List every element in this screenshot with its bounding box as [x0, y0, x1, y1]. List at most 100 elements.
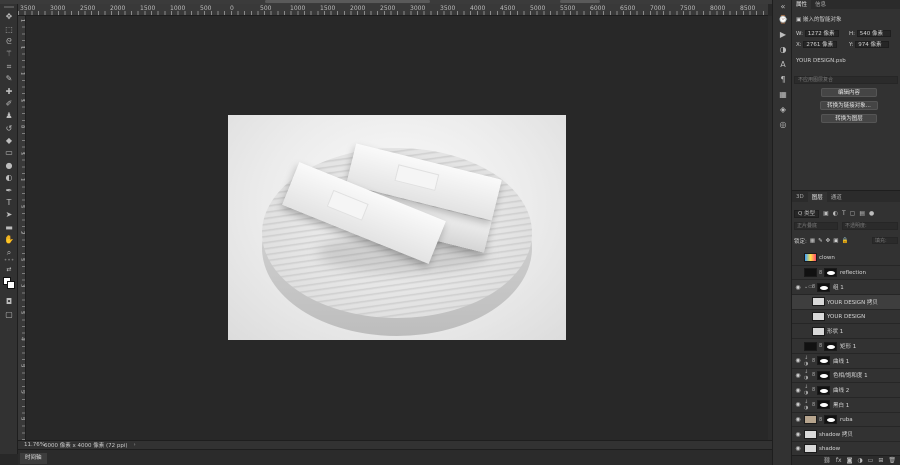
- eyedropper-icon[interactable]: ✎: [0, 73, 18, 85]
- status-menu-arrow[interactable]: ›: [134, 442, 136, 448]
- convert-to-layers-button[interactable]: 转换为图层: [821, 114, 877, 123]
- layer-row[interactable]: ◉ ↓ ◑ 8 色相/饱和度 1: [792, 369, 900, 384]
- fill-field[interactable]: 填充:: [872, 237, 898, 244]
- paragraph-panel-icon[interactable]: ¶: [773, 72, 793, 87]
- history-brush-icon[interactable]: ↺: [0, 123, 18, 135]
- tab-properties[interactable]: 属性: [792, 0, 812, 9]
- character-panel-icon[interactable]: A: [773, 57, 793, 72]
- visibility-eye-icon[interactable]: ◉: [792, 445, 804, 452]
- lock-all-icon[interactable]: 🔒: [841, 238, 848, 244]
- layer-mask-thumbnail[interactable]: [817, 282, 830, 292]
- adjustments-panel-icon[interactable]: ◑: [773, 42, 793, 57]
- history-panel-icon[interactable]: ⌚: [773, 12, 793, 27]
- tab-timeline[interactable]: 时间轴: [20, 453, 47, 464]
- dodge-icon[interactable]: ◐: [0, 172, 18, 184]
- height-field[interactable]: 540 像素: [856, 30, 891, 37]
- filter-type-icon[interactable]: T: [842, 210, 846, 217]
- visibility-eye-icon[interactable]: ◉: [792, 372, 804, 379]
- layer-row[interactable]: ◉ ↓ ◑ 8 黑白 1: [792, 398, 900, 413]
- top-scrollbar-thumb[interactable]: [265, 0, 430, 3]
- top-scrollbar-thumb-2[interactable]: [560, 0, 600, 3]
- styles-panel-icon[interactable]: ◎: [773, 117, 793, 132]
- layer-mask-thumbnail[interactable]: [824, 341, 837, 351]
- tools-panel-grip[interactable]: [3, 6, 14, 8]
- layer-row[interactable]: ◉ shadow 拷贝: [792, 427, 900, 443]
- document-canvas-area[interactable]: [26, 16, 768, 440]
- visibility-eye-icon[interactable]: ◉: [792, 357, 804, 364]
- navigator-panel-icon[interactable]: ◈: [773, 102, 793, 117]
- layer-mask-thumbnail[interactable]: [824, 268, 837, 278]
- link-layers-icon[interactable]: ⛓: [823, 457, 831, 464]
- layer-mask-thumbnail[interactable]: [817, 370, 830, 380]
- lock-position-icon[interactable]: ✥: [826, 238, 831, 244]
- layer-mask-thumbnail[interactable]: [817, 385, 830, 395]
- opacity-field[interactable]: 不透明度:: [842, 222, 898, 230]
- lock-pixels-icon[interactable]: ✎: [818, 238, 823, 244]
- layer-row[interactable]: ◉ ↓ ◑ 8 曲线 2: [792, 383, 900, 398]
- screen-mode-icon[interactable]: ▢: [0, 309, 18, 321]
- y-field[interactable]: 974 像素: [855, 41, 890, 48]
- libraries-panel-icon[interactable]: ▦: [773, 87, 793, 102]
- swap-colors-icon[interactable]: ⇄: [0, 264, 18, 276]
- visibility-eye-icon[interactable]: ◉: [792, 416, 804, 423]
- layer-row[interactable]: ◉ ⌄▭ 8 组 1: [792, 280, 900, 296]
- adjustment-layer-icon[interactable]: ◑: [857, 457, 862, 464]
- fx-icon[interactable]: fx: [836, 457, 842, 464]
- layer-row[interactable]: YOUR DESIGN 拷贝: [792, 295, 900, 310]
- pen-icon[interactable]: ✒: [0, 184, 18, 196]
- tab-3d[interactable]: 3D: [792, 193, 808, 201]
- filter-adjust-icon[interactable]: ◐: [833, 210, 838, 217]
- eraser-icon[interactable]: ◆: [0, 135, 18, 147]
- gradient-icon[interactable]: ▭: [0, 147, 18, 159]
- new-group-icon[interactable]: ▭: [868, 457, 874, 464]
- layer-row[interactable]: ◉ 8 ruba: [792, 413, 900, 428]
- visibility-eye-icon[interactable]: ◉: [792, 387, 804, 394]
- crop-icon[interactable]: ⌗: [0, 61, 18, 73]
- visibility-eye-icon[interactable]: ◉: [792, 401, 804, 408]
- type-icon[interactable]: T: [0, 197, 18, 209]
- zoom-level[interactable]: 11.76%: [18, 442, 45, 448]
- magic-wand-icon[interactable]: ⚚: [0, 48, 18, 60]
- layer-row[interactable]: YOUR DESIGN: [792, 310, 900, 325]
- delete-layer-icon[interactable]: 🗑: [888, 457, 896, 464]
- new-layer-icon[interactable]: ⊞: [878, 457, 883, 464]
- tab-info[interactable]: 信息: [811, 0, 830, 9]
- tab-layers[interactable]: 图层: [807, 191, 827, 202]
- visibility-eye-icon[interactable]: ◉: [792, 284, 804, 291]
- layer-mask-thumbnail[interactable]: [817, 356, 830, 366]
- background-color-swatch[interactable]: [7, 281, 15, 290]
- filter-pixel-icon[interactable]: ▣: [823, 210, 829, 217]
- layer-row[interactable]: clown: [792, 251, 900, 266]
- layer-row[interactable]: ◉ ↓ ◑ 8 曲线 1: [792, 354, 900, 369]
- brush-icon[interactable]: ✐: [0, 98, 18, 110]
- filter-shape-icon[interactable]: ▢: [850, 210, 856, 217]
- mockup-image[interactable]: [228, 115, 566, 340]
- lock-artboard-icon[interactable]: ▣: [833, 238, 838, 244]
- quick-mask-icon[interactable]: ◘: [0, 296, 18, 308]
- tab-channels[interactable]: 通道: [827, 192, 846, 202]
- lock-transparent-icon[interactable]: ▦: [810, 238, 815, 244]
- convert-to-linked-button[interactable]: 转换为链接对象...: [820, 101, 878, 110]
- layer-mask-thumbnail[interactable]: [824, 415, 837, 425]
- layer-mask-thumbnail[interactable]: [817, 400, 830, 410]
- layer-comps-dropdown[interactable]: 不应用图层复合: [794, 76, 898, 84]
- path-select-icon[interactable]: ➤: [0, 209, 18, 221]
- visibility-eye-icon[interactable]: ◉: [792, 431, 804, 438]
- spot-heal-icon[interactable]: ✚: [0, 85, 18, 97]
- hand-icon[interactable]: ✋: [0, 234, 18, 246]
- filter-kind-select[interactable]: Q 类型: [794, 209, 820, 218]
- collapse-icon[interactable]: «: [773, 0, 793, 12]
- filter-toggle-icon[interactable]: ●: [869, 210, 874, 217]
- layer-row[interactable]: 形状 1: [792, 325, 900, 340]
- stamp-icon[interactable]: ♟: [0, 110, 18, 122]
- filter-smart-icon[interactable]: ▤: [859, 210, 865, 217]
- group-folder-icon[interactable]: ⌄▭: [804, 284, 813, 290]
- marquee-icon[interactable]: ⬚: [0, 23, 18, 35]
- actions-panel-icon[interactable]: ▶: [773, 27, 793, 42]
- layer-row[interactable]: 8 矩形 1: [792, 339, 900, 354]
- rectangle-icon[interactable]: ▬: [0, 222, 18, 234]
- edit-contents-button[interactable]: 编辑内容: [821, 88, 877, 97]
- vertical-ruler[interactable]: 1 1 1 5 0 5 1 5 2 5 3 5 4 5 5 5: [18, 16, 26, 440]
- add-mask-icon[interactable]: ◙: [847, 457, 853, 464]
- move-icon[interactable]: ✥: [0, 11, 18, 23]
